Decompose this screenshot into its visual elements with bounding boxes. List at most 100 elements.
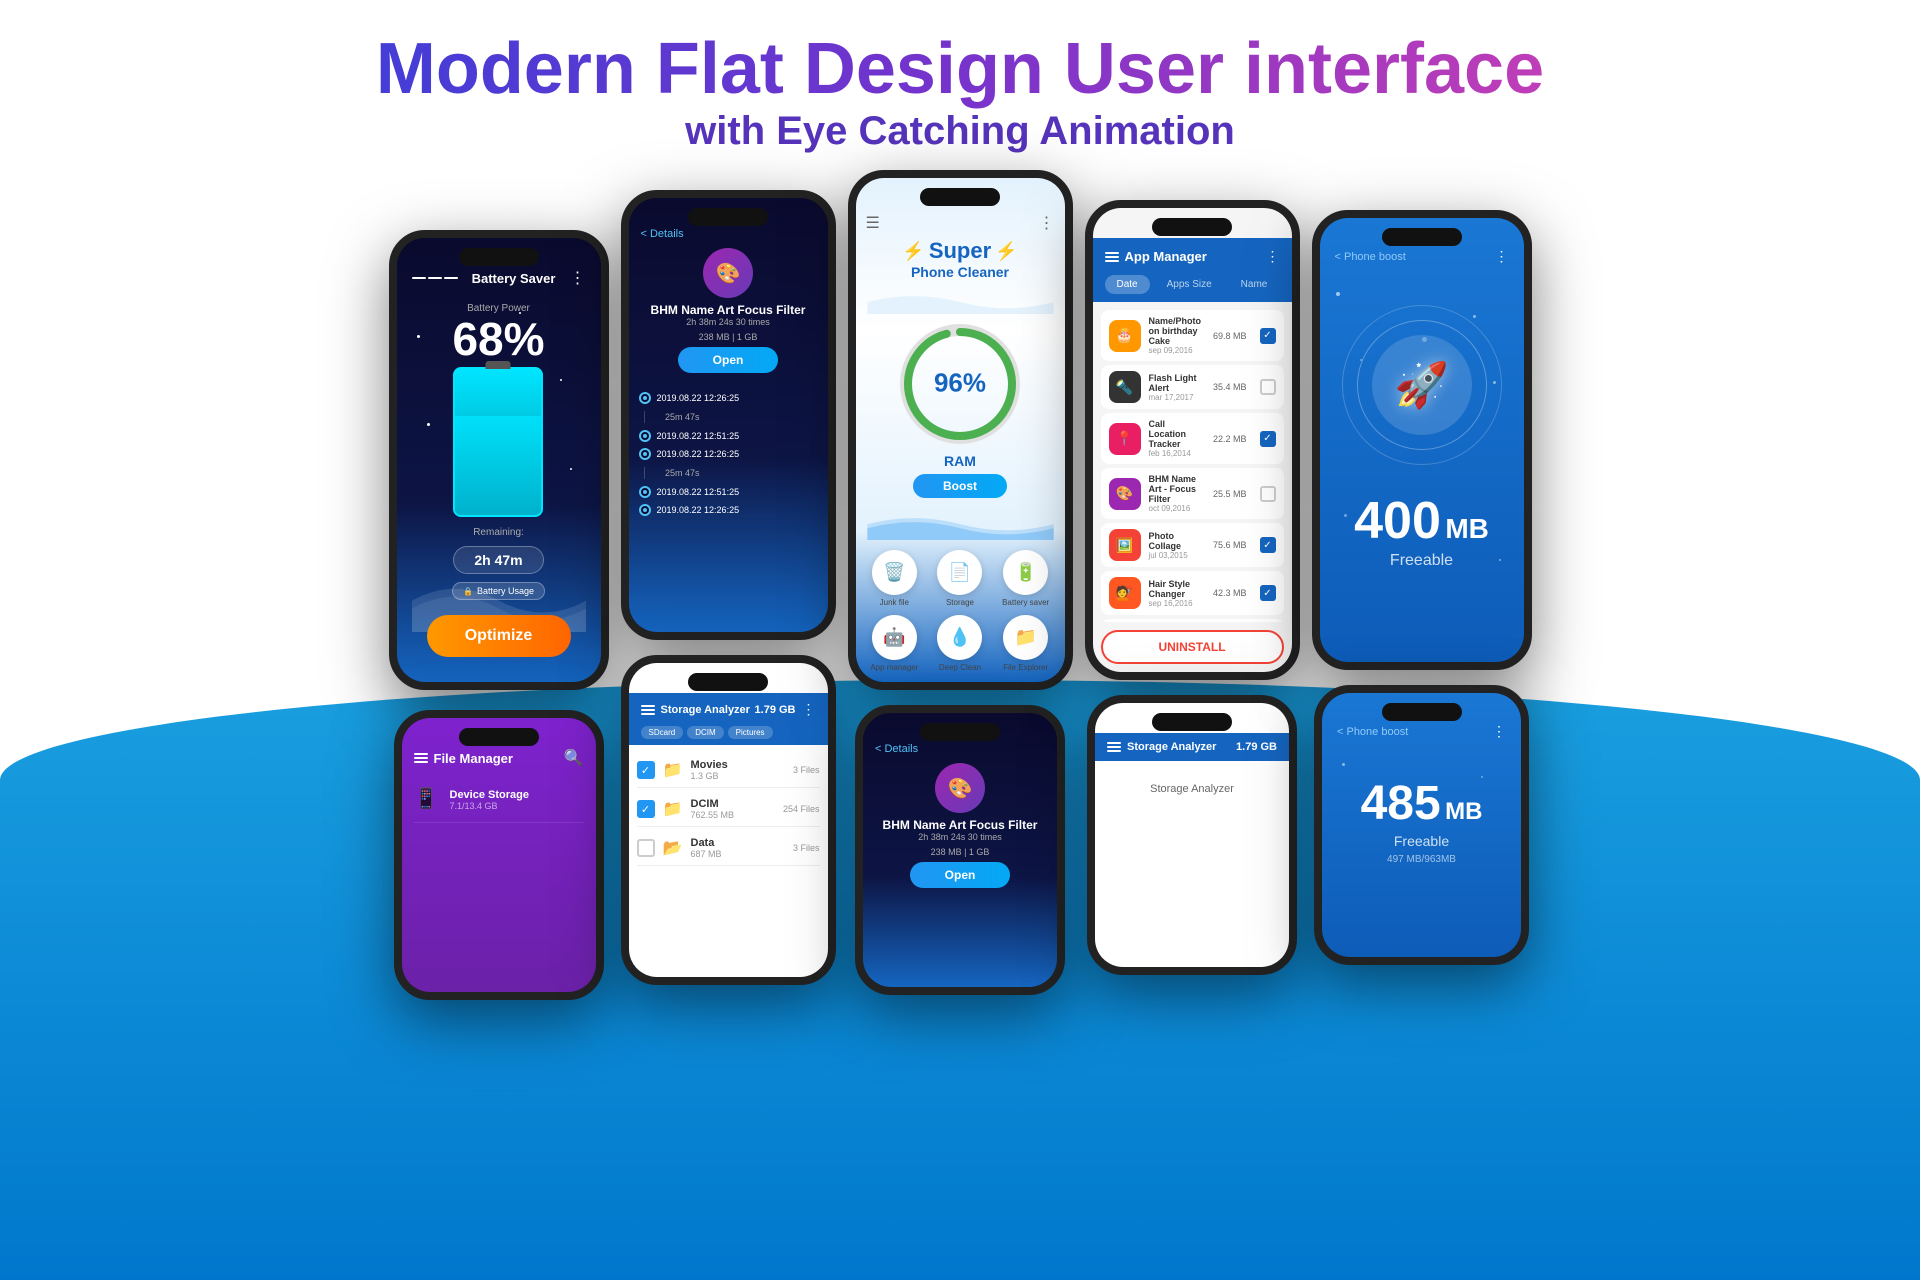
sa-more-icon[interactable]: ⋮ [802,701,816,718]
am-appdate-5: sep 16,2016 [1149,599,1205,608]
bs-menu[interactable] [412,277,458,279]
am-appname-1: Flash Light Alert [1149,373,1205,393]
am-appname-0: Name/Photo on birthday Cake [1149,316,1205,346]
pb-back[interactable]: < Phone boost [1335,251,1406,263]
spc-icon-fileexplorer[interactable]: 📁 File Explorer [997,615,1055,672]
am-item-0[interactable]: 🎂 Name/Photo on birthday Cake sep 09,201… [1101,310,1284,361]
sa-size-dcim: 762.55 MB [691,810,775,820]
am-menu-icon[interactable] [1105,252,1119,262]
bs-remaining: Remaining: [473,527,524,538]
pb-mb-display: 400 MB [1354,495,1489,547]
am-check-1[interactable] [1260,379,1276,395]
page-title: Modern Flat Design User interface [0,30,1920,109]
sa-folder-dcim: 📁 [663,799,683,819]
spc-deepclean-icon: 💧 [937,615,982,660]
sa-check-movies[interactable]: ✓ [637,761,655,779]
det-line-1 [644,411,645,423]
am-item-2[interactable]: 📍 Call Location Tracker feb 16,2014 22.2… [1101,413,1284,464]
am-item-5[interactable]: 💇 Hair Style Changer sep 16,2016 42.3 MB… [1101,571,1284,615]
spc-boost-btn[interactable]: Boost [913,474,1007,498]
fm-device-storage[interactable]: 📱 Device Storage 7.1/13.4 GB [414,778,584,823]
sa-count-dcim: 254 Files [783,804,820,814]
am-appname-2: Call Location Tracker [1149,419,1205,449]
fm-device-icon: 📱 [414,786,442,814]
spc-ram-label: RAM [944,453,976,469]
sa-item-data[interactable]: 📂 Data 687 MB 3 Files [637,831,820,866]
spc-appmanager-icon: 🤖 [872,615,917,660]
sa-title: Storage Analyzer [661,704,750,716]
spc-menu-icon[interactable]: ☰ [866,213,880,233]
spc-battery-label: Battery saver [1002,598,1049,607]
am-check-3[interactable] [1260,486,1276,502]
det-bot-back[interactable]: < Details [875,743,1045,755]
sa-check-data[interactable] [637,839,655,857]
fm-search-icon[interactable]: 🔍 [564,748,584,768]
am-list: 🎂 Name/Photo on birthday Cake sep 09,201… [1093,302,1292,622]
details-screen: < Details 🎨 BHM Name Art Focus Filter 2h… [629,198,828,632]
am-tab-date[interactable]: Date [1105,275,1150,294]
bs-more[interactable]: ⋮ [569,268,585,288]
col-1: Battery Saver ⋮ Battery Power 68% Remain… [389,190,609,1000]
det-bot-stat2: 238 MB | 1 GB [931,847,990,857]
sa-header: Storage Analyzer 1.79 GB ⋮ [629,693,828,726]
pb-bot-more[interactable]: ⋮ [1492,723,1506,740]
am-appinfo-2: Call Location Tracker feb 16,2014 [1149,419,1205,458]
am-appinfo-1: Flash Light Alert mar 17,2017 [1149,373,1205,402]
am-icon-4: 🖼️ [1109,529,1141,561]
am-icon-3: 🎨 [1109,478,1141,510]
sa-header-right: 1.79 GB ⋮ [755,701,816,718]
spc-icon-deepclean[interactable]: 💧 Deep Clean [931,615,989,672]
sa-count-movies: 3 Files [793,765,820,775]
spc-icon-junk[interactable]: 🗑️ Junk file [866,550,924,607]
am-appsize-4: 75.6 MB [1213,540,1247,550]
boost-top-phone: < Phone boost ⋮ 🚀 400 MB Freeable [1312,210,1532,670]
sa-tab-pictures[interactable]: Pictures [728,726,773,739]
spc-icon-appmanager[interactable]: 🤖 App manager [866,615,924,672]
lightning-left: ⚡ [902,241,924,262]
am-tab-name[interactable]: Name [1229,275,1280,294]
pb-bot-back[interactable]: < Phone boost [1337,726,1408,738]
am-more-icon[interactable]: ⋮ [1266,248,1280,265]
pb-more-icon[interactable]: ⋮ [1495,248,1509,265]
det-stats1: 2h 38m 24s 30 times [686,317,770,327]
det-bot-open-btn[interactable]: Open [910,862,1010,888]
det-app-icon: 🎨 [703,248,753,298]
am-item-1[interactable]: 🔦 Flash Light Alert mar 17,2017 35.4 MB [1101,365,1284,409]
am-uninstall-btn[interactable]: UNINSTALL [1101,630,1284,664]
det-back[interactable]: < Details [641,228,816,240]
bs-percent: 68% [452,316,544,362]
det-dot-4 [641,488,649,496]
fm-menu-icon[interactable] [414,753,428,763]
am-check-0[interactable]: ✓ [1260,328,1276,344]
pb-mb-number: 400 [1354,492,1441,550]
storage-bot-phone: Storage Analyzer 1.79 GB Storage Analyze… [1087,695,1297,975]
sa-item-movies[interactable]: ✓ 📁 Movies 1.3 GB 3 Files [637,753,820,788]
bs-optimize-btn[interactable]: Optimize [427,615,571,657]
am-appname-4: Photo Collage [1149,531,1205,551]
spc-icons-grid: 🗑️ Junk file 📄 Storage 🔋 Battery saver 🤖… [866,550,1055,672]
sa-size: 1.79 GB [755,704,796,716]
am-check-2[interactable]: ✓ [1260,431,1276,447]
sa-check-dcim[interactable]: ✓ [637,800,655,818]
sa-folder-data: 📂 [663,838,683,858]
pb-bot-mb-number: 485 [1361,777,1441,830]
spc-more-icon[interactable]: ⋮ [1039,213,1055,233]
det-item-dur1: 25m 47s [641,411,816,423]
spc-icon-storage[interactable]: 📄 Storage [931,550,989,607]
am-tab-appssize[interactable]: Apps Size [1155,275,1224,294]
am-item-3[interactable]: 🎨 BHM Name Art - Focus Filter oct 09,201… [1101,468,1284,519]
sa-tab-sdcard[interactable]: SDcard [641,726,684,739]
det-open-btn[interactable]: Open [678,347,778,373]
sa-info-dcim: DCIM 762.55 MB [691,798,775,820]
am-item-6[interactable]: 💬 Fancy Text For Chat jan 12,2017 28.6 M… [1101,619,1284,622]
sa-tab-dcim[interactable]: DCIM [687,726,723,739]
am-item-4[interactable]: 🖼️ Photo Collage jul 03,2015 75.6 MB ✓ [1101,523,1284,567]
am-check-4[interactable]: ✓ [1260,537,1276,553]
am-check-5[interactable]: ✓ [1260,585,1276,601]
sa-item-dcim[interactable]: ✓ 📁 DCIM 762.55 MB 254 Files [637,792,820,827]
spc-icon-battery[interactable]: 🔋 Battery saver [997,550,1055,607]
am-icon-0: 🎂 [1109,320,1141,352]
det-item-1: 2019.08.22 12:26:25 [641,393,816,403]
sa-bot-menu[interactable] [1107,742,1121,752]
sa-menu-icon[interactable] [641,705,655,715]
